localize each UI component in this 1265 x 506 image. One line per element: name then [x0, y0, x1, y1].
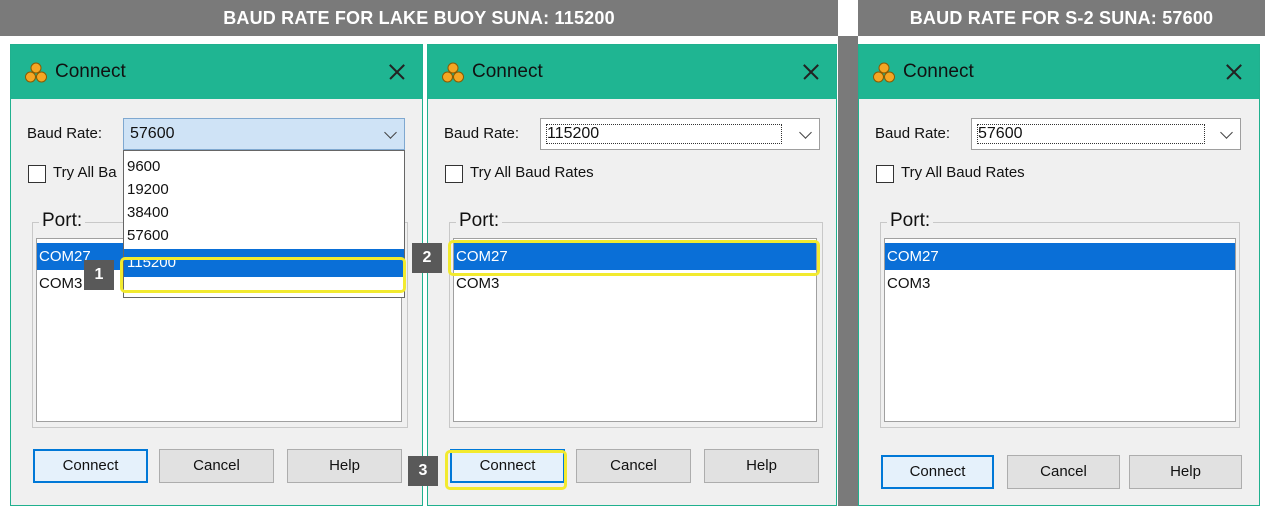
title-bar: Connect — [859, 45, 1259, 99]
port-item-com27[interactable]: COM27 — [885, 243, 1235, 270]
port-label: Port: — [39, 210, 86, 232]
close-icon[interactable] — [1219, 57, 1249, 87]
highlight-port-com27 — [448, 240, 820, 276]
step-marker-3: 3 — [408, 456, 438, 486]
baud-rate-select[interactable]: 57600 — [971, 118, 1241, 150]
try-all-checkbox[interactable] — [445, 165, 463, 183]
baud-rate-label: Baud Rate: — [875, 125, 951, 142]
connect-dialog-3: Connect Baud Rate: 57600 Try All Baud Ra… — [858, 44, 1260, 506]
close-icon[interactable] — [796, 57, 826, 87]
dialog-title: Connect — [903, 61, 974, 82]
try-all-checkbox[interactable] — [28, 165, 46, 183]
title-bar: Connect — [428, 45, 836, 99]
connect-button[interactable]: Connect — [33, 449, 148, 483]
close-icon[interactable] — [382, 57, 412, 87]
chevron-down-icon — [1220, 126, 1233, 139]
chevron-down-icon — [799, 126, 812, 139]
app-logo-icon — [25, 62, 47, 83]
dialog-title: Connect — [55, 61, 126, 82]
baud-rate-label: Baud Rate: — [444, 125, 520, 142]
dialog-title: Connect — [472, 61, 543, 82]
port-label: Port: — [456, 210, 503, 232]
app-logo-icon — [442, 62, 464, 83]
title-bar: Connect — [11, 45, 422, 99]
try-all-label: Try All Ba — [53, 164, 117, 181]
baud-option-57600[interactable]: 57600 — [124, 224, 404, 247]
banner-lake-buoy: BAUD RATE FOR LAKE BUOY SUNA: 115200 — [0, 0, 838, 36]
baud-rate-select[interactable]: 57600 — [123, 118, 405, 150]
cancel-button[interactable]: Cancel — [159, 449, 274, 483]
cancel-button[interactable]: Cancel — [1007, 455, 1120, 489]
baud-rate-label: Baud Rate: — [27, 125, 103, 142]
port-label: Port: — [887, 210, 934, 232]
baud-rate-select[interactable]: 115200 — [540, 118, 820, 150]
highlight-baud-115200 — [120, 257, 406, 293]
baud-rate-value: 57600 — [975, 122, 1207, 146]
baud-option-38400[interactable]: 38400 — [124, 201, 404, 224]
port-item-com3[interactable]: COM3 — [885, 270, 1235, 297]
help-button[interactable]: Help — [287, 449, 402, 483]
panel-divider — [838, 36, 858, 506]
help-button[interactable]: Help — [1129, 455, 1242, 489]
try-all-label: Try All Baud Rates — [901, 164, 1025, 181]
app-logo-icon — [873, 62, 895, 83]
connect-button[interactable]: Connect — [881, 455, 994, 489]
try-all-label: Try All Baud Rates — [470, 164, 594, 181]
baud-option-9600[interactable]: 9600 — [124, 155, 404, 178]
baud-rate-value: 115200 — [544, 122, 784, 146]
step-marker-1: 1 — [84, 260, 114, 290]
highlight-connect-button — [445, 450, 567, 490]
chevron-down-icon — [384, 126, 397, 139]
baud-rate-value: 57600 — [130, 125, 175, 142]
try-all-checkbox[interactable] — [876, 165, 894, 183]
banner-s2: BAUD RATE FOR S-2 SUNA: 57600 — [858, 0, 1265, 36]
baud-option-19200[interactable]: 19200 — [124, 178, 404, 201]
help-button[interactable]: Help — [704, 449, 819, 483]
step-marker-2: 2 — [412, 243, 442, 273]
port-list[interactable]: COM27 COM3 — [884, 238, 1236, 422]
cancel-button[interactable]: Cancel — [576, 449, 691, 483]
